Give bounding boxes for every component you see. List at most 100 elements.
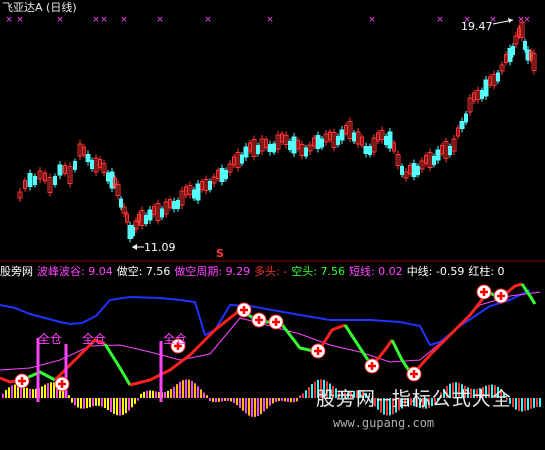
candle-body: [336, 136, 340, 145]
chart-canvas[interactable]: × × × × × × × × × × × × × ××: [0, 0, 545, 446]
histogram-bar: [218, 398, 220, 402]
candle-body: [243, 146, 249, 158]
histogram-bar: [80, 398, 82, 409]
histogram-bar: [521, 398, 523, 412]
candle-body: [224, 170, 228, 179]
candle-body: [240, 154, 244, 164]
histogram-bar: [50, 382, 52, 398]
histogram-bar: [71, 398, 73, 403]
signal-cross-marker: ×: [92, 15, 100, 25]
histogram-bar: [5, 390, 7, 398]
indicator-value-bar: 股旁网 波峰波谷: 9.04 做空: 7.56 做空周期: 9.29 多头: - 空头: …: [0, 263, 545, 278]
candle-body: [256, 145, 260, 154]
histogram-bar: [530, 398, 532, 409]
s-signal-marker: S: [216, 247, 224, 260]
histogram-bar: [512, 398, 514, 408]
histogram-bar: [227, 398, 229, 401]
candle-body: [435, 149, 441, 161]
indicator-item: 波峰波谷: 9.04: [37, 265, 113, 278]
signal-cross-marker: ×: [120, 15, 128, 25]
candle-body: [90, 160, 94, 169]
candle-body: [53, 176, 57, 185]
histogram-bar: [8, 387, 10, 398]
histogram-bar: [209, 398, 211, 402]
histogram-bar: [188, 379, 190, 398]
full-position-bar: [36, 338, 40, 402]
histogram-bar: [83, 398, 85, 409]
signal-cross-marker: ×: [16, 15, 24, 25]
histogram-bar: [98, 398, 100, 406]
histogram-bar: [107, 398, 109, 410]
histogram-bar: [194, 383, 196, 398]
histogram-bar: [125, 398, 127, 414]
candle-body: [304, 147, 308, 157]
histogram-bar: [296, 398, 298, 402]
histogram-bar: [269, 398, 271, 406]
stock-title: 飞亚达A (日线): [2, 1, 77, 14]
histogram-bar: [131, 398, 133, 408]
histogram-bar: [26, 387, 28, 398]
histogram-bar: [32, 389, 34, 398]
candle-body: [73, 161, 77, 170]
histogram-bar: [167, 390, 169, 398]
indicator-item: 短线: 0.02: [348, 265, 403, 278]
histogram-bar: [263, 398, 265, 412]
histogram-bar: [302, 393, 304, 398]
histogram-bar: [251, 398, 253, 417]
histogram-bar: [206, 395, 208, 398]
candle-body: [464, 113, 468, 123]
histogram-bar: [29, 388, 31, 398]
histogram-bar: [248, 398, 250, 416]
histogram-bar: [266, 398, 268, 409]
histogram-bar: [11, 385, 13, 398]
histogram-bar: [149, 390, 151, 398]
signal-cross-marker: ×: [100, 15, 108, 25]
histogram-bar: [212, 398, 214, 403]
indicator-item: 做空: 7.56: [116, 265, 171, 278]
watermark-text: 股旁网--指标公式大全: [316, 388, 512, 410]
histogram-bar: [176, 384, 178, 398]
histogram-bar: [260, 398, 262, 415]
candle-body: [339, 129, 345, 141]
candle-body: [363, 146, 369, 154]
histogram-bar: [236, 398, 238, 406]
histogram-bar: [77, 398, 79, 408]
histogram-bar: [74, 398, 76, 406]
histogram-bar: [95, 398, 97, 406]
histogram-bar: [119, 398, 121, 416]
candle-body: [496, 72, 500, 82]
candle-body: [411, 163, 417, 177]
full-position-bar: [159, 341, 163, 402]
histogram-bar: [47, 383, 49, 398]
candle-body: [106, 172, 110, 182]
candle-body: [267, 144, 273, 152]
full-position-label-3: 全仓: [163, 332, 188, 346]
histogram-bar: [89, 398, 91, 408]
histogram-bar: [104, 398, 106, 409]
indicator-name: 股旁网: [0, 265, 33, 278]
histogram-bar: [41, 386, 43, 398]
signal-cross-marker: ×: [368, 15, 376, 25]
candle-body: [144, 215, 148, 224]
histogram-bar: [311, 384, 313, 398]
candle-body: [208, 181, 212, 190]
candle-body: [291, 136, 297, 154]
signal-cross-marker: ×: [56, 15, 64, 25]
indicator-item: 中线: -0.59: [406, 265, 465, 278]
histogram-bar: [284, 398, 286, 402]
full-position-label-1: 全仓: [38, 332, 63, 346]
histogram-bar: [173, 386, 175, 398]
candle-body: [511, 46, 515, 55]
histogram-bar: [116, 398, 118, 416]
candle-body: [480, 90, 484, 99]
indicator-item: 红柱: 0: [468, 265, 505, 278]
price-low-label: 11.09: [144, 241, 176, 254]
candle-body: [400, 166, 404, 175]
histogram-bar: [293, 398, 295, 403]
candle-body: [192, 189, 196, 199]
candle-body: [272, 143, 276, 153]
histogram-bar: [101, 398, 103, 407]
histogram-bar: [215, 398, 217, 403]
indicator-values: 波峰波谷: 9.04 做空: 7.56 做空周期: 9.29 多头: - 空头: 7.5…: [37, 265, 509, 278]
histogram-bar: [182, 380, 184, 398]
